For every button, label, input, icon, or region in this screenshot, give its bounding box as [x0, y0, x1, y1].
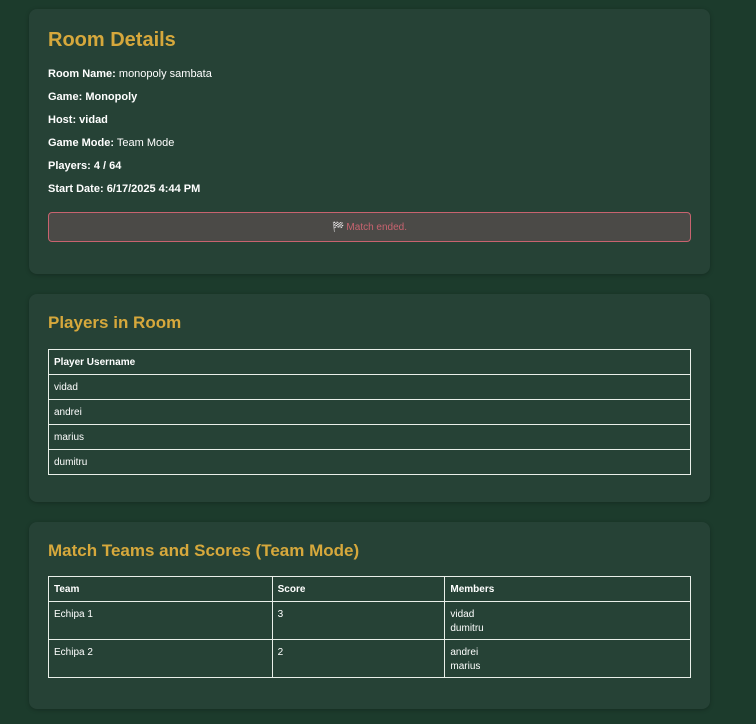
detail-label: Players: — [48, 160, 91, 172]
detail-value: Team Mode — [116, 137, 175, 149]
teams-title: Match Teams and Scores (Team Mode) — [48, 541, 360, 560]
detail-room-name: Room Name: monopoly sambata — [48, 68, 691, 91]
detail-value: 4 / 64 — [93, 160, 122, 172]
detail-value: 6/17/2025 4:44 PM — [106, 183, 201, 195]
team-member: dumitru — [450, 623, 484, 634]
detail-value: vidad — [79, 114, 108, 126]
detail-value: Monopoly — [85, 91, 138, 103]
teams-table: Team Score Members Echipa 1 3 vidad dumi… — [48, 576, 691, 678]
detail-players: Players: 4 / 64 — [48, 160, 691, 183]
room-details-list: Room Name: monopoly sambata Game: Monopo… — [48, 68, 691, 206]
team-member: andrei — [450, 647, 479, 658]
table-header-row: Team Score Members — [48, 576, 691, 602]
team-score: 3 — [271, 601, 446, 640]
detail-label: Start Date: — [48, 183, 104, 195]
players-table: Player Username vidad andrei marius dumi… — [48, 349, 691, 475]
table-row: andrei — [48, 399, 691, 425]
column-header-username: Player Username — [48, 349, 691, 375]
team-member: marius — [450, 661, 481, 672]
table-row: dumitru — [48, 449, 691, 475]
table-row: Echipa 2 2 andrei marius — [48, 639, 691, 678]
teams-card: Match Teams and Scores (Team Mode) Team … — [29, 522, 710, 709]
column-header-members: Members — [444, 576, 691, 602]
detail-label: Game Mode: — [48, 137, 115, 149]
table-header-row: Player Username — [48, 349, 691, 375]
column-header-team: Team — [48, 576, 273, 602]
table-row: Echipa 1 3 vidad dumitru — [48, 601, 691, 640]
detail-game-mode: Game Mode: Team Mode — [48, 137, 691, 160]
room-details-title: Room Details — [48, 29, 176, 51]
detail-label: Game: — [48, 91, 83, 103]
detail-host: Host: vidad — [48, 114, 691, 137]
match-status-text: Match ended. — [346, 221, 408, 233]
table-row: marius — [48, 424, 691, 450]
detail-start-date: Start Date: 6/17/2025 4:44 PM — [48, 183, 691, 206]
player-username: dumitru — [48, 449, 691, 475]
team-members: andrei marius — [444, 639, 691, 678]
chequered-flag-icon: 🏁 — [331, 221, 345, 233]
room-details-card: Room Details Room Name: monopoly sambata… — [29, 9, 710, 274]
detail-label: Host: — [48, 114, 77, 126]
player-username: andrei — [48, 399, 691, 425]
team-member: vidad — [450, 609, 475, 620]
column-header-score: Score — [271, 576, 446, 602]
detail-value: monopoly sambata — [118, 68, 212, 80]
player-username: marius — [48, 424, 691, 450]
detail-label: Room Name: — [48, 68, 116, 80]
team-name: Echipa 1 — [48, 601, 273, 640]
match-status-banner: 🏁 Match ended. — [48, 212, 691, 242]
players-title: Players in Room — [48, 313, 182, 332]
table-row: vidad — [48, 374, 691, 400]
player-username: vidad — [48, 374, 691, 400]
players-card: Players in Room Player Username vidad an… — [29, 294, 710, 502]
team-score: 2 — [271, 639, 446, 678]
team-members: vidad dumitru — [444, 601, 691, 640]
team-name: Echipa 2 — [48, 639, 273, 678]
detail-game: Game: Monopoly — [48, 91, 691, 114]
